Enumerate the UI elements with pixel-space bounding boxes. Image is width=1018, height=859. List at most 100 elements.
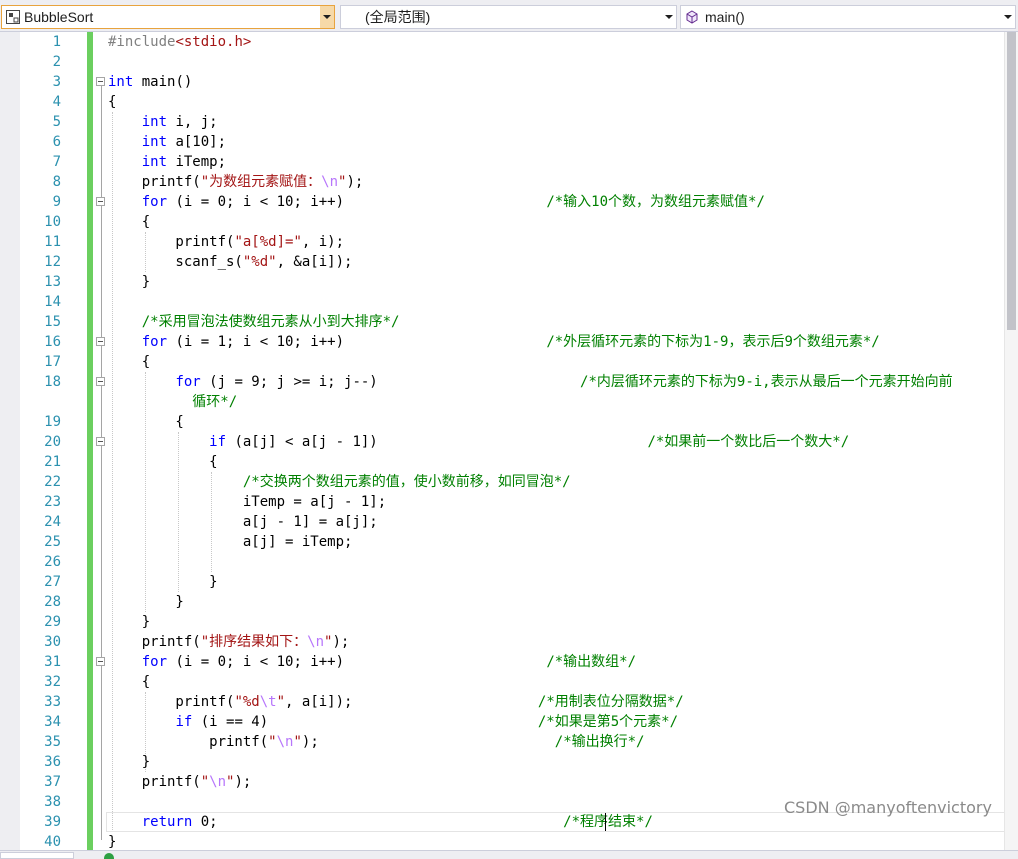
code-line[interactable]: iTemp = a[j - 1];	[108, 492, 386, 512]
code-line[interactable]: printf("%d\t", a[i]); /*用制表位分隔数据*/	[108, 692, 684, 712]
code-line[interactable]: printf("\n");	[108, 772, 252, 792]
code-line[interactable]: /*采用冒泡法使数组元素从小到大排序*/	[108, 312, 400, 332]
collapse-if-1-icon[interactable]	[96, 437, 105, 446]
code-token: }	[108, 594, 184, 610]
code-line[interactable]: printf("排序结果如下：\n");	[108, 632, 350, 652]
line-number: 33	[44, 694, 61, 710]
code-line[interactable]: }	[108, 572, 217, 592]
scope-dropdown[interactable]: (全局范围)	[340, 5, 677, 29]
code-line[interactable]: for (i = 0; i < 10; i++) /*输出数组*/	[108, 652, 636, 672]
code-line[interactable]: printf("\n"); /*输出换行*/	[108, 732, 644, 752]
line-number: 39	[44, 814, 61, 830]
line-number: 1	[52, 34, 61, 50]
code-line[interactable]: }	[108, 592, 184, 612]
code-line[interactable]: 循环*/	[108, 392, 237, 412]
line-number: 38	[44, 794, 61, 810]
code-line[interactable]: int main()	[108, 72, 192, 92]
line-number: 8	[52, 174, 61, 190]
chevron-down-icon[interactable]	[320, 6, 334, 28]
code-line[interactable]: {	[108, 212, 150, 232]
code-token: printf(	[108, 634, 201, 650]
collapse-for-3-icon[interactable]	[96, 377, 105, 386]
code-line[interactable]: scanf_s("%d", &a[i]);	[108, 252, 352, 272]
code-token: );	[234, 774, 252, 790]
code-token: }	[108, 834, 117, 850]
code-line[interactable]: if (a[j] < a[j - 1]) /*如果前一个数比后一个数大*/	[108, 432, 849, 452]
code-token: "%d	[234, 694, 260, 710]
code-line[interactable]: for (j = 9; j >= i; j--) /*内层循环元素的下标为9-i…	[108, 372, 952, 392]
code-line[interactable]: return 0; /*程序结束*/	[108, 812, 653, 832]
code-token: <stdio.h>	[175, 34, 252, 50]
code-token: "为数组元素赋值：	[200, 174, 322, 190]
code-token: );	[332, 634, 350, 650]
code-line[interactable]: /*交换两个数组元素的值，使小数前移，如同冒泡*/	[108, 472, 571, 492]
code-token: \n	[321, 174, 339, 190]
collapse-for-4-icon[interactable]	[96, 657, 105, 666]
line-number: 13	[44, 274, 61, 290]
code-token: );	[346, 174, 364, 190]
collapse-for-1-icon[interactable]	[96, 197, 105, 206]
code-line[interactable]: int iTemp;	[108, 152, 226, 172]
code-line[interactable]: #include<stdio.h>	[108, 32, 251, 52]
code-token: /*如果前一个数比后一个数大*/	[647, 434, 850, 450]
code-line[interactable]: }	[108, 612, 150, 632]
code-editor[interactable]: 1 2 3 4 5 6 7 8 9 10 11 12 13 14 15 16 17 18 19 20 21 22 23 24 2…	[0, 32, 1018, 859]
code-line[interactable]: a[j - 1] = a[j];	[108, 512, 378, 532]
zoom-control[interactable]	[0, 852, 74, 859]
scope-dropdown-label: (全局范围)	[365, 9, 431, 25]
code-token: "排序结果如下：	[200, 634, 308, 650]
change-tracking-bar	[87, 32, 93, 850]
code-line[interactable]: if (i == 4) /*如果是第5个元素*/	[108, 712, 678, 732]
code-line[interactable]: {	[108, 672, 150, 692]
code-token: (i = 1; i < 10; i++)	[167, 334, 547, 350]
code-token: /*如果是第5个元素*/	[537, 714, 679, 730]
project-dropdown[interactable]: BubbleSort	[1, 5, 335, 29]
status-indicator-icon	[104, 853, 114, 859]
collapse-for-2-icon[interactable]	[96, 337, 105, 346]
code-line[interactable]: }	[108, 752, 150, 772]
code-line[interactable]: {	[108, 92, 116, 112]
code-line[interactable]: printf("为数组元素赋值：\n");	[108, 172, 364, 192]
line-number: 30	[44, 634, 61, 650]
member-dropdown[interactable]: main()	[680, 5, 1016, 29]
code-token: (i = 0; i < 10; i++)	[167, 654, 547, 670]
chevron-down-icon[interactable]	[1001, 6, 1015, 28]
function-cube-icon	[686, 10, 698, 24]
code-line[interactable]: {	[108, 412, 184, 432]
code-token: 0;	[192, 814, 564, 830]
code-token: (j = 9; j >= i; j--)	[200, 374, 581, 390]
scrollbar-thumb[interactable]	[1007, 32, 1016, 330]
code-token: {	[108, 414, 184, 430]
code-line[interactable]: int a[10];	[108, 132, 226, 152]
code-token: iTemp = a[j - 1];	[108, 494, 387, 510]
vertical-scrollbar[interactable]	[1004, 32, 1018, 850]
code-token: "	[293, 734, 302, 750]
chevron-down-icon[interactable]	[662, 6, 676, 28]
code-token: int	[141, 114, 168, 130]
collapse-main-icon[interactable]	[96, 77, 105, 86]
code-line[interactable]: a[j] = iTemp;	[108, 532, 353, 552]
code-line[interactable]: }	[108, 272, 150, 292]
code-line[interactable]: {	[108, 352, 150, 372]
line-number: 31	[44, 654, 61, 670]
code-line[interactable]: int i, j;	[108, 112, 218, 132]
line-number: 12	[44, 254, 61, 270]
line-number: 15	[44, 314, 61, 330]
code-line[interactable]: for (i = 1; i < 10; i++) /*外层循环元素的下标为1-9…	[108, 332, 880, 352]
project-icon	[6, 10, 20, 24]
code-line[interactable]: }	[108, 832, 116, 852]
code-line[interactable]: printf("a[%d]=", i);	[108, 232, 344, 252]
code-token: /*用制表位分隔数据*/	[537, 694, 684, 710]
line-number: 7	[52, 154, 61, 170]
line-number: 2	[52, 54, 61, 70]
line-number: 25	[44, 534, 61, 550]
code-line[interactable]: {	[108, 452, 217, 472]
line-number: 19	[44, 414, 61, 430]
code-line[interactable]: for (i = 0; i < 10; i++) /*输入10个数，为数组元素赋…	[108, 192, 765, 212]
